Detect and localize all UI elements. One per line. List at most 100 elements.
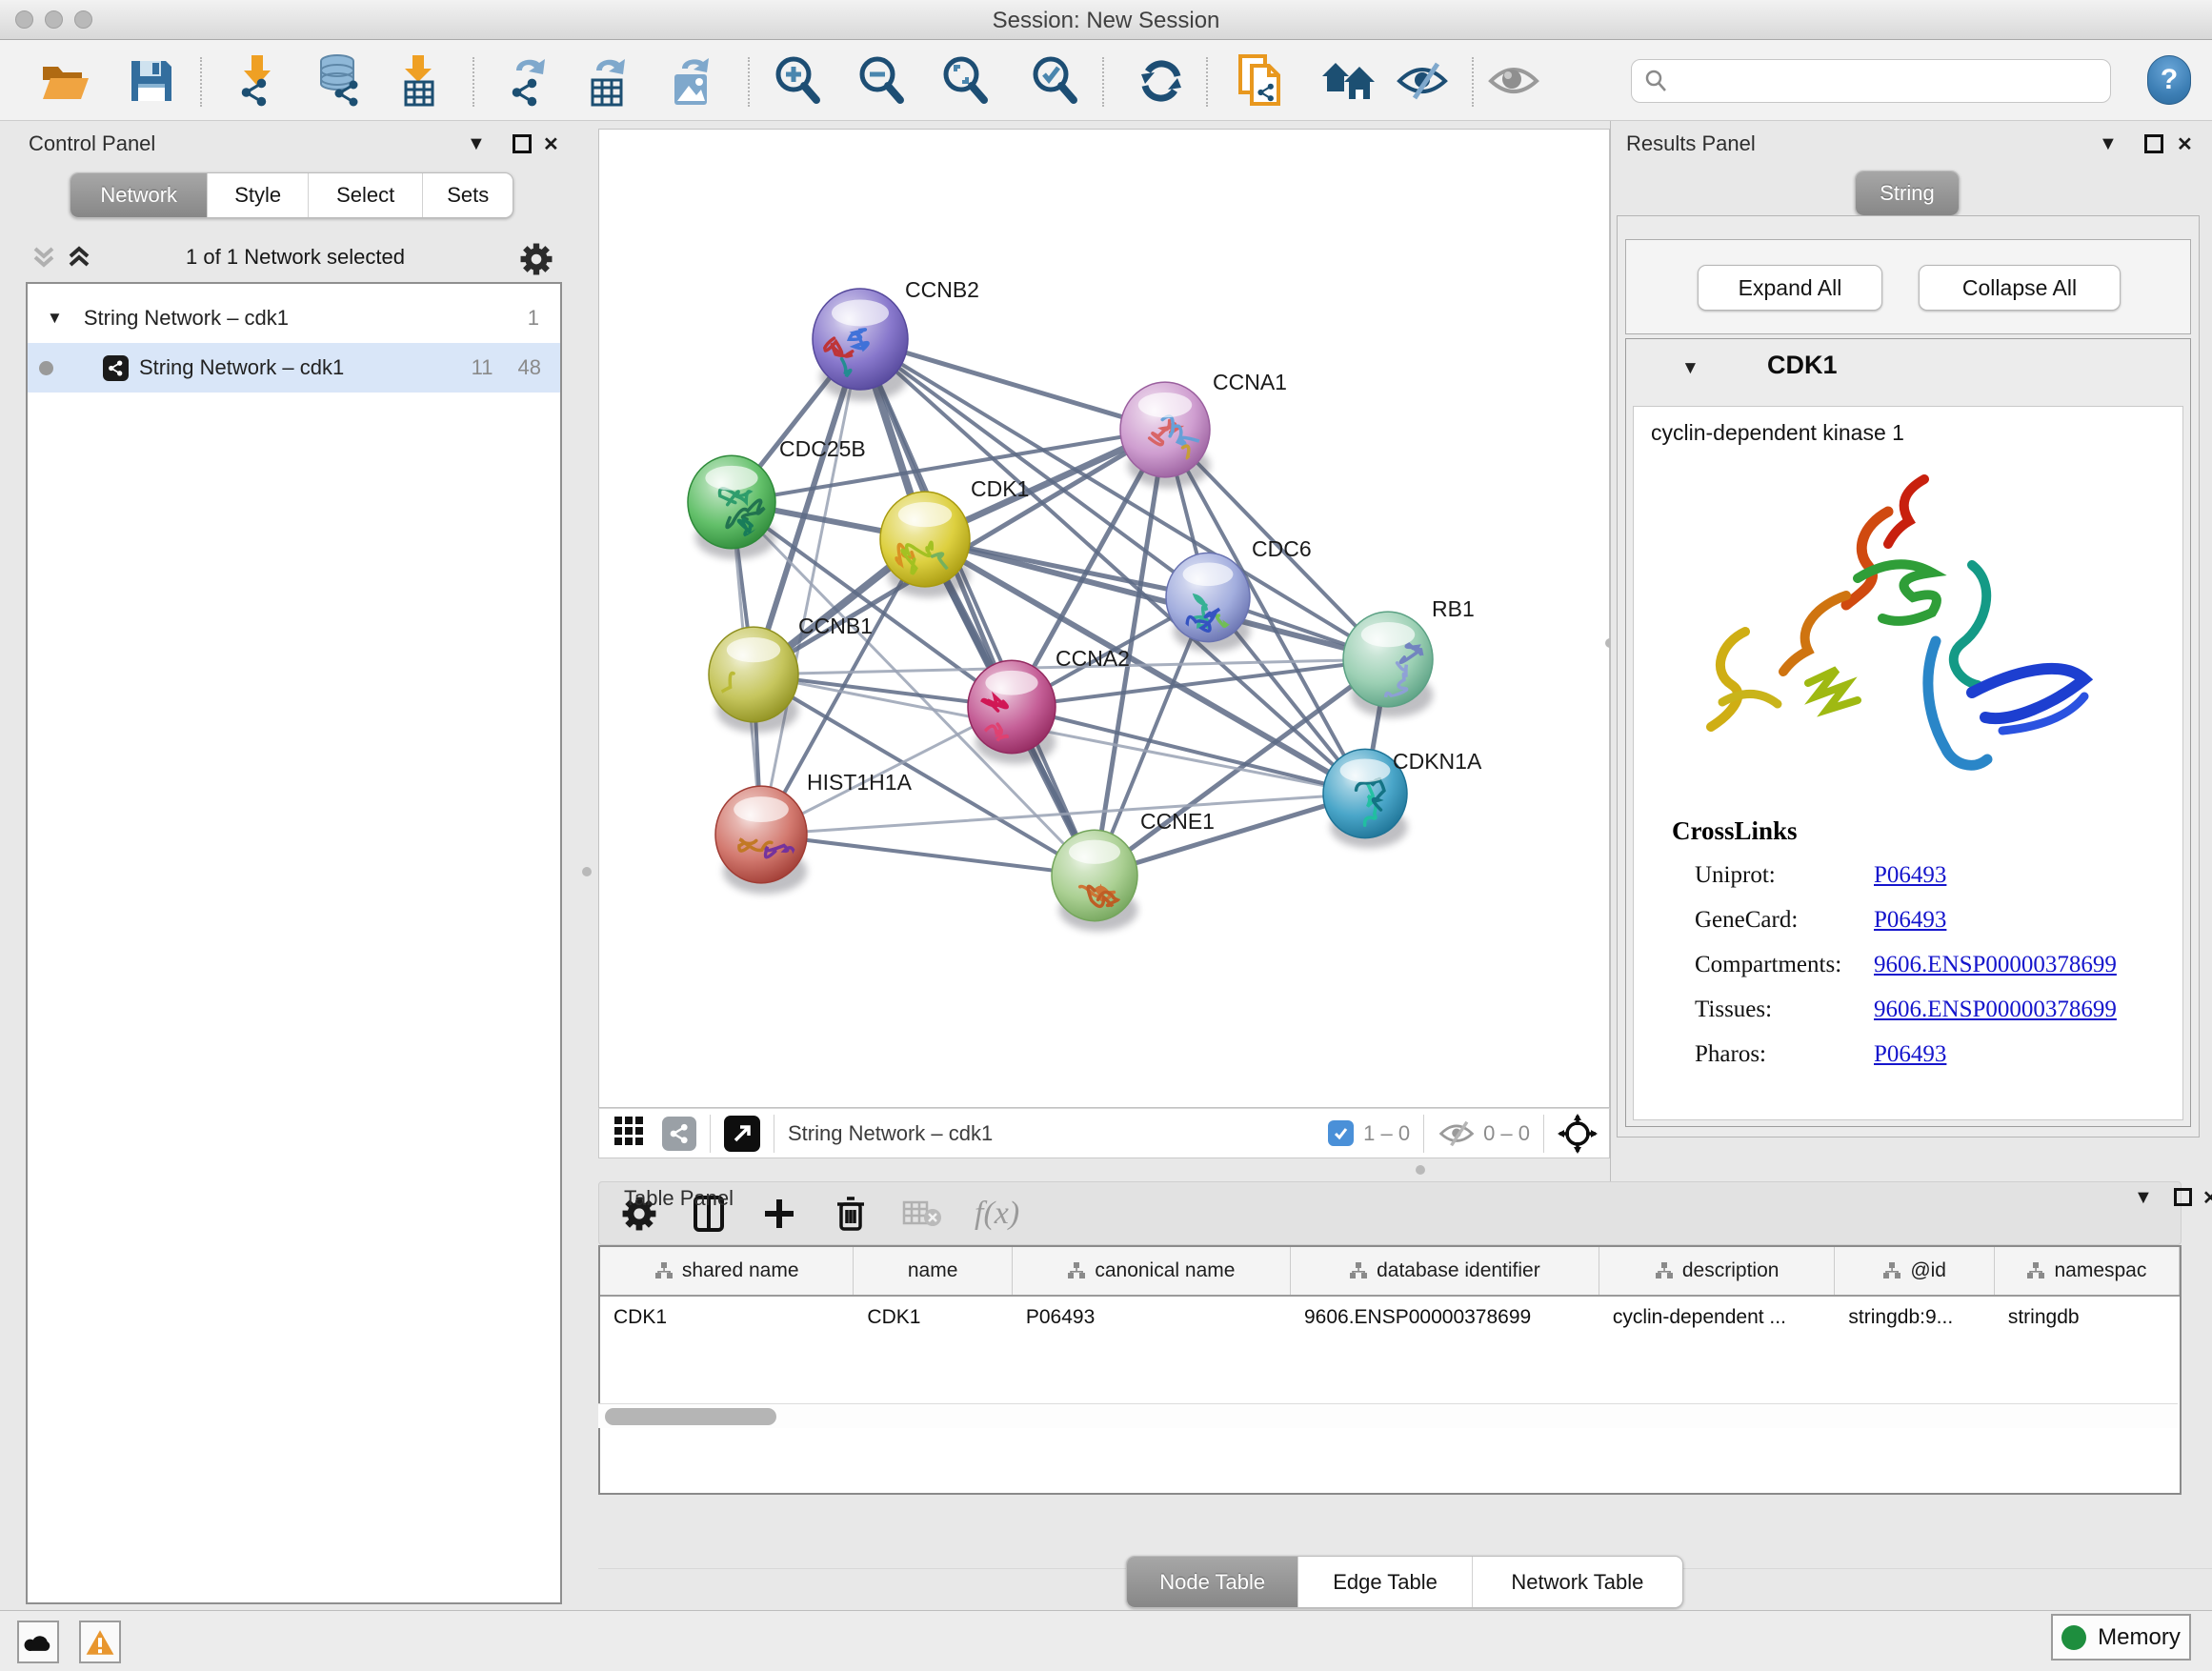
- warnings-button[interactable]: [79, 1621, 121, 1663]
- import-network-file-icon[interactable]: [229, 53, 288, 109]
- results-panel-float-icon[interactable]: [2144, 134, 2163, 153]
- tab-network-table[interactable]: Network Table: [1473, 1557, 1682, 1607]
- export-image-icon[interactable]: [661, 53, 720, 109]
- results-panel-collapse-icon[interactable]: ▼: [2099, 133, 2118, 155]
- refresh-view-icon[interactable]: [1132, 53, 1191, 109]
- home-networks-icon[interactable]: [1318, 53, 1377, 109]
- network-node-cdk1[interactable]: [880, 492, 970, 602]
- crosslink-value-link[interactable]: P06493: [1874, 907, 1946, 934]
- column-header-name[interactable]: name: [854, 1247, 1012, 1295]
- network-node-ccna2[interactable]: [968, 660, 1056, 764]
- table-panel-close-icon[interactable]: ✕: [2202, 1186, 2212, 1210]
- table-panel-collapse-icon[interactable]: ▼: [2134, 1187, 2153, 1209]
- table-hscrollbar-track[interactable]: [598, 1403, 2178, 1428]
- left-splitter-handle[interactable]: [582, 867, 592, 876]
- save-session-icon[interactable]: [122, 53, 181, 109]
- column-header-description[interactable]: description: [1599, 1247, 1836, 1295]
- network-graph[interactable]: CCNB2CCNA1CDC25BCDK1CDC6RB1CCNB1CCNA2CDK…: [599, 130, 1609, 1107]
- tab-sets[interactable]: Sets: [423, 173, 513, 217]
- column-header-canonical-name[interactable]: canonical name: [1013, 1247, 1291, 1295]
- help-button[interactable]: ?: [2147, 55, 2191, 105]
- cloud-services-button[interactable]: [17, 1621, 59, 1663]
- open-session-icon[interactable]: [36, 53, 95, 109]
- table-hscrollbar-thumb[interactable]: [605, 1408, 776, 1425]
- tab-node-table[interactable]: Node Table: [1127, 1557, 1298, 1607]
- crosslink-value-link[interactable]: 9606.ENSP00000378699: [1874, 997, 2117, 1023]
- copy-view-icon[interactable]: [1231, 53, 1290, 109]
- import-network-database-icon[interactable]: [308, 53, 367, 109]
- column-header-label: shared name: [682, 1259, 799, 1282]
- table-cell[interactable]: CDK1: [600, 1306, 854, 1329]
- table-cell[interactable]: stringdb: [1995, 1306, 2180, 1329]
- crosslink-value-link[interactable]: P06493: [1874, 862, 1946, 889]
- results-tab-bar: String: [1855, 171, 1960, 216]
- birds-eye-view-icon[interactable]: [1558, 1114, 1598, 1154]
- control-panel-float-icon[interactable]: [513, 134, 532, 153]
- selected-checkbox-icon[interactable]: [1328, 1120, 1354, 1146]
- network-row-selected[interactable]: String Network – cdk1 11 48: [28, 343, 560, 393]
- network-view-canvas[interactable]: CCNB2CCNA1CDC25BCDK1CDC6RB1CCNB1CCNA2CDK…: [598, 129, 1610, 1108]
- tab-edge-table[interactable]: Edge Table: [1298, 1557, 1472, 1607]
- collection-expand-arrow-icon[interactable]: ▼: [47, 309, 63, 328]
- column-header--id[interactable]: @id: [1835, 1247, 1994, 1295]
- table-panel-float-icon[interactable]: [2174, 1188, 2192, 1206]
- import-table-file-icon[interactable]: [389, 53, 448, 109]
- zoom-selected-icon[interactable]: [1025, 53, 1084, 109]
- network-edge[interactable]: [1012, 707, 1365, 794]
- collapse-all-networks-icon[interactable]: [31, 243, 56, 276]
- table-cell[interactable]: stringdb:9...: [1835, 1306, 1994, 1329]
- grid-view-icon[interactable]: [613, 1115, 645, 1152]
- node-table[interactable]: shared name namecanonical namedatabase id…: [598, 1245, 2182, 1495]
- section-collapse-arrow-icon[interactable]: ▼: [1681, 358, 1699, 379]
- network-node-cdc6[interactable]: [1166, 553, 1250, 652]
- tab-select[interactable]: Select: [309, 173, 423, 217]
- network-node-hist1h1a[interactable]: [715, 786, 814, 894]
- table-cell[interactable]: CDK1: [854, 1306, 1012, 1329]
- bottom-splitter-handle[interactable]: [1416, 1165, 1425, 1175]
- collapse-all-button[interactable]: Collapse All: [1919, 265, 2121, 311]
- network-options-gear-icon[interactable]: [520, 243, 553, 280]
- network-node-label: HIST1H1A: [807, 770, 913, 795]
- control-panel-collapse-icon[interactable]: ▼: [467, 133, 486, 155]
- expand-all-networks-icon[interactable]: [67, 243, 91, 276]
- network-node-ccna1[interactable]: [1120, 382, 1210, 488]
- crosslink-row: Pharos:P06493: [1695, 1041, 2171, 1068]
- results-panel-close-icon[interactable]: ✕: [2177, 132, 2193, 156]
- network-node-ccnb1[interactable]: [709, 627, 798, 733]
- memory-button[interactable]: Memory: [2051, 1614, 2191, 1661]
- application-window: Session: New Session: [0, 0, 2212, 1671]
- network-edge[interactable]: [860, 339, 1095, 876]
- control-panel-close-icon[interactable]: ✕: [543, 132, 559, 156]
- network-node-ccne1[interactable]: [1052, 830, 1137, 931]
- export-table-icon[interactable]: [577, 53, 636, 109]
- delete-column-icon[interactable]: [835, 1195, 866, 1233]
- crosslink-value-link[interactable]: 9606.ENSP00000378699: [1874, 952, 2117, 978]
- zoom-out-icon[interactable]: [852, 53, 911, 109]
- zoom-fit-icon[interactable]: [935, 53, 995, 109]
- table-cell[interactable]: P06493: [1013, 1306, 1291, 1329]
- table-cell[interactable]: 9606.ENSP00000378699: [1291, 1306, 1599, 1329]
- crosslink-value-link[interactable]: P06493: [1874, 1041, 1946, 1068]
- zoom-in-icon[interactable]: [768, 53, 827, 109]
- column-header-database-identifier[interactable]: database identifier: [1291, 1247, 1599, 1295]
- search-input[interactable]: [1631, 59, 2111, 103]
- network-collection-row[interactable]: ▼ String Network – cdk1 1: [28, 293, 560, 343]
- open-in-new-window-icon[interactable]: [724, 1116, 760, 1152]
- network-edge[interactable]: [761, 835, 1095, 876]
- add-column-icon[interactable]: [763, 1198, 795, 1230]
- expand-all-button[interactable]: Expand All: [1698, 265, 1882, 311]
- column-header-namespac[interactable]: namespac: [1995, 1247, 2180, 1295]
- tab-style[interactable]: Style: [208, 173, 309, 217]
- tab-string[interactable]: String: [1856, 171, 1959, 215]
- tab-network[interactable]: Network: [70, 173, 208, 217]
- table-cell[interactable]: cyclin-dependent ...: [1599, 1306, 1836, 1329]
- table-row[interactable]: CDK1CDK1P064939606.ENSP00000378699cyclin…: [600, 1297, 2180, 1339]
- network-node-rb1[interactable]: [1343, 612, 1433, 717]
- show-hidden-eye-icon[interactable]: [1484, 53, 1543, 109]
- network-thumbnail-icon[interactable]: [662, 1117, 696, 1151]
- column-header-shared-name[interactable]: shared name: [600, 1247, 854, 1295]
- hide-selected-eye-slash-icon[interactable]: [1393, 53, 1452, 109]
- selected-node-edge-counts: 1 – 0: [1363, 1121, 1410, 1146]
- network-node-cdc25b[interactable]: [688, 455, 775, 559]
- export-network-icon[interactable]: [497, 53, 556, 109]
